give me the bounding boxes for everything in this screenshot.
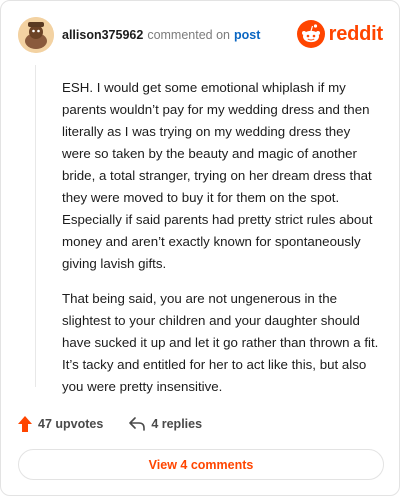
comment-paragraph: That being said, you are not ungenerous … xyxy=(62,291,379,394)
post-link[interactable]: post xyxy=(234,28,260,42)
avatar-image-icon xyxy=(18,17,54,53)
upvote-button[interactable]: 47 upvotes xyxy=(18,416,103,432)
reddit-wordmark: reddit xyxy=(328,22,384,45)
reply-count: 4 replies xyxy=(151,417,203,431)
comment-paragraph: ESH. I would get some emotional whiplash… xyxy=(62,80,373,271)
comment-actions: 47 upvotes 4 replies xyxy=(18,415,202,433)
commented-on-label: commented on xyxy=(147,28,230,42)
avatar[interactable] xyxy=(18,17,54,53)
upvote-count: 47 upvotes xyxy=(38,417,104,431)
comment-card: allison375962 commented on post reddit E… xyxy=(0,0,400,496)
reply-arrow-icon xyxy=(129,417,146,431)
replies-button[interactable]: 4 replies xyxy=(129,417,202,431)
thread-line xyxy=(35,65,36,387)
username[interactable]: allison375962 xyxy=(62,28,143,42)
comment-body: ESH. I would get some emotional whiplash… xyxy=(62,77,382,394)
comment-meta: allison375962 commented on post xyxy=(62,17,260,53)
upvote-arrow-icon xyxy=(18,416,32,432)
reddit-brand[interactable]: reddit xyxy=(296,17,384,51)
view-comments-button[interactable]: View 4 comments xyxy=(18,449,384,480)
reddit-logo-icon xyxy=(296,20,325,48)
